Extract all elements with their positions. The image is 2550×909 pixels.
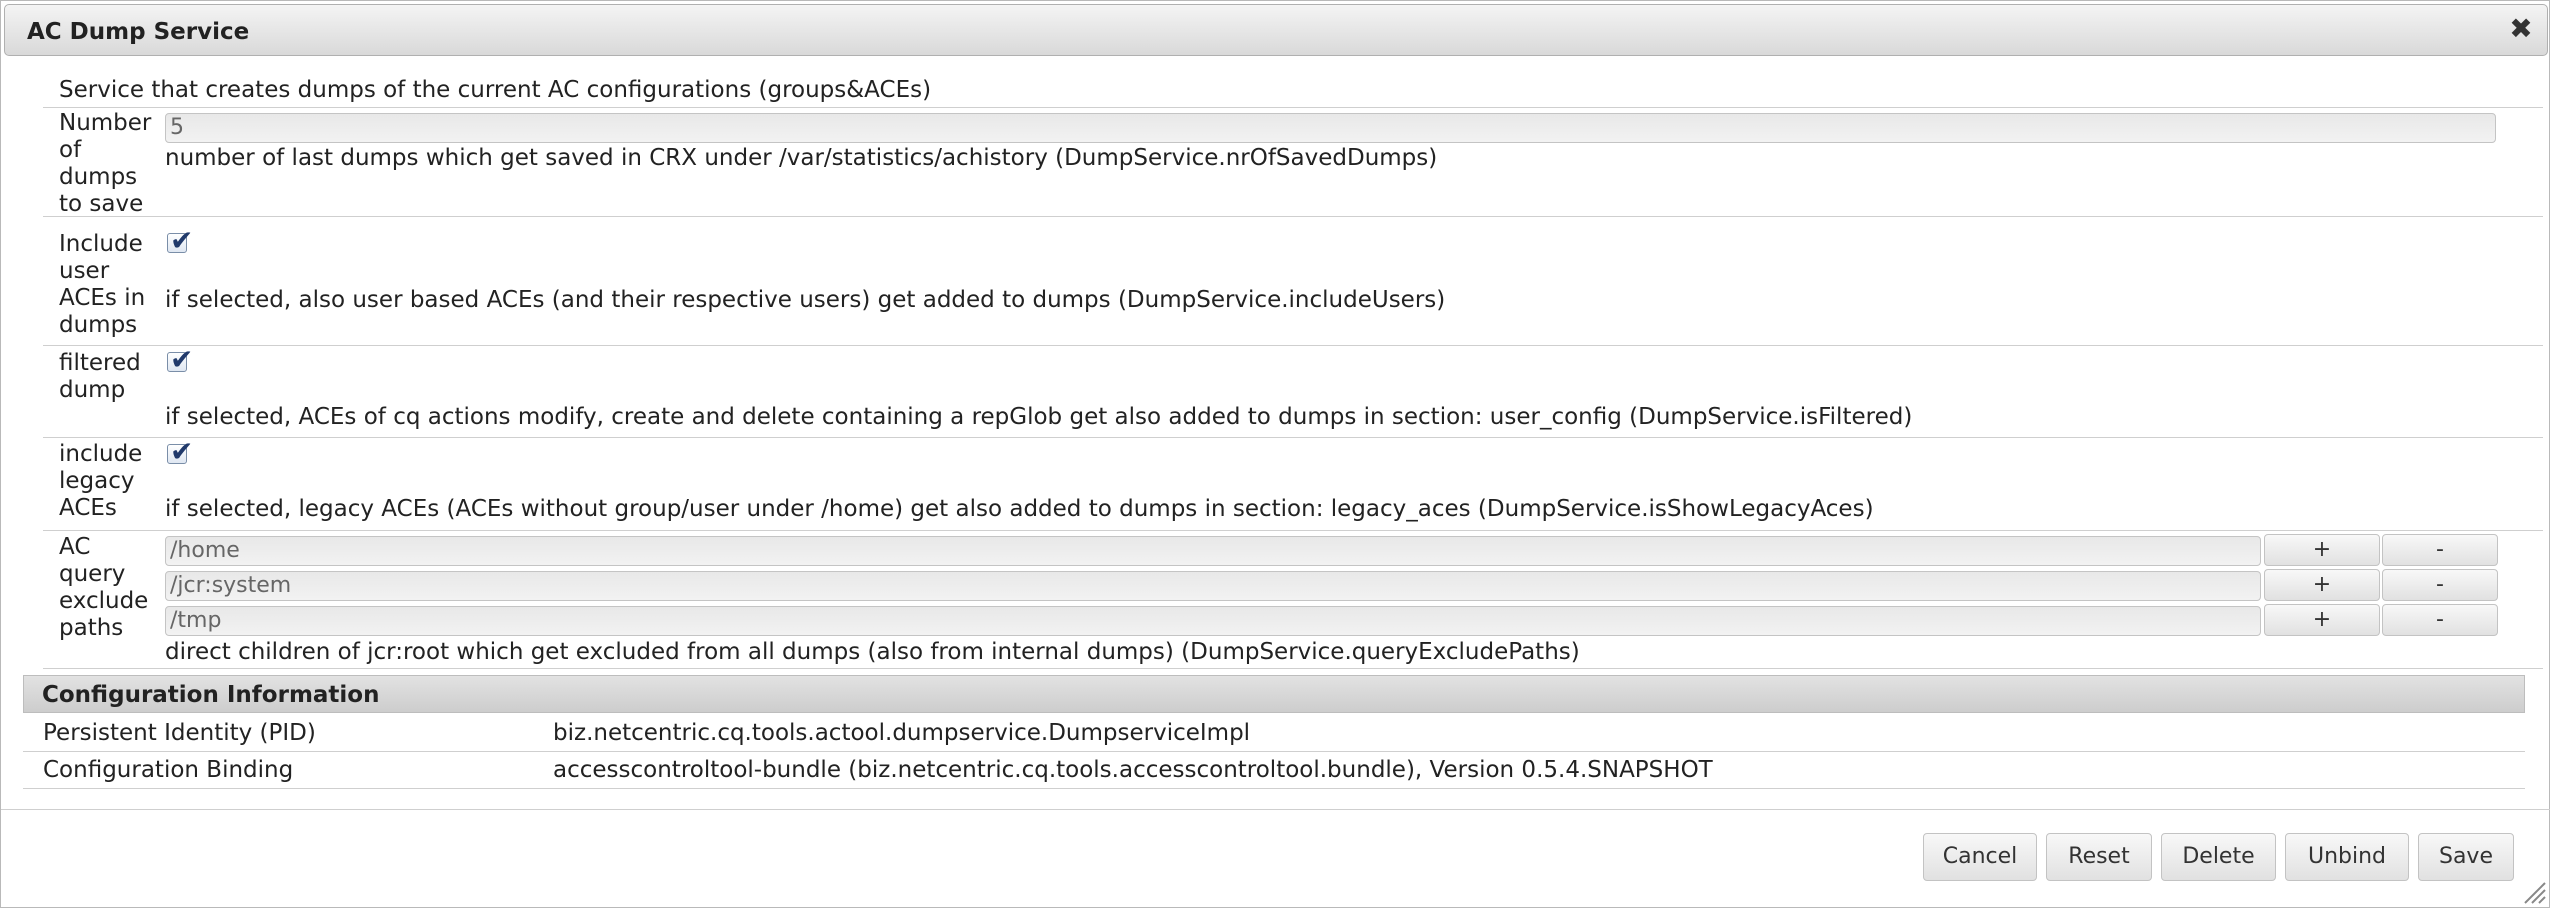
filtered-dump-checkbox[interactable]: ✔ [167,343,193,376]
label-line: dumps [59,164,138,190]
pid-row: Persistent Identity (PID) biz.netcentric… [23,715,2525,752]
property-nr-of-dumps: Number of dumps to save 5 number of last… [43,108,2543,217]
remove-path-button[interactable]: - [2382,604,2498,636]
label-line: dump [59,377,126,403]
save-button[interactable]: Save [2418,833,2514,881]
checkmark-icon: ✔ [170,343,194,376]
label-line: to save [59,191,144,217]
configuration-binding-label: Configuration Binding [43,757,294,783]
exclude-path-input[interactable]: /tmp [165,606,2261,636]
footer-divider [1,809,2550,810]
add-path-button[interactable]: + [2264,604,2380,636]
property-label-nr-of-dumps: Number of dumps to save [59,110,154,218]
include-users-checkbox[interactable]: ✔ [167,224,193,257]
legacy-aces-help: if selected, legacy ACEs (ACEs without g… [165,496,1874,522]
delete-button[interactable]: Delete [2161,833,2276,881]
pid-value: biz.netcentric.cq.tools.actool.dumpservi… [553,720,1251,746]
configuration-binding-row: Configuration Binding accesscontroltool-… [23,752,2525,789]
include-users-help: if selected, also user based ACEs (and t… [165,287,1446,313]
exclude-path-input[interactable]: /home [165,536,2261,566]
label-line: query [59,561,126,587]
add-path-button[interactable]: + [2264,534,2380,566]
property-exclude-paths: AC query exclude paths /home + - /jcr:sy… [43,531,2543,669]
label-line: filtered [59,350,141,376]
property-legacy-aces: include legacy ACEs ✔ if selected, legac… [43,435,2543,531]
exclude-path-input[interactable]: /jcr:system [165,571,2261,601]
property-label-filtered-dump: filtered dump [59,350,154,404]
label-line: dumps [59,312,138,338]
filtered-dump-help: if selected, ACEs of cq actions modify, … [165,404,1913,430]
label-line: ACEs in [59,285,146,311]
unbind-button[interactable]: Unbind [2285,833,2409,881]
property-include-users: Include user ACEs in dumps ✔ if selected… [43,217,2543,346]
service-description-row: Service that creates dumps of the curren… [43,73,2543,108]
checkmark-icon: ✔ [170,224,194,257]
exclude-paths-help: direct children of jcr:root which get ex… [165,639,1580,665]
reset-button[interactable]: Reset [2046,833,2152,881]
label-line: exclude [59,588,149,614]
configuration-information-header: Configuration Information [23,675,2525,713]
remove-path-button[interactable]: - [2382,569,2498,601]
dialog-content: Service that creates dumps of the curren… [1,1,2550,909]
pid-label: Persistent Identity (PID) [43,720,316,746]
label-line: Number [59,110,152,136]
label-line: paths [59,615,124,641]
remove-path-button[interactable]: - [2382,534,2498,566]
checkmark-icon: ✔ [170,435,194,468]
property-filtered-dump: filtered dump ✔ if selected, ACEs of cq … [43,343,2543,438]
configuration-information-title: Configuration Information [42,682,380,708]
label-line: user [59,258,110,284]
property-label-exclude-paths: AC query exclude paths [59,534,154,642]
property-label-include-users: Include user ACEs in dumps [59,231,154,339]
legacy-aces-checkbox[interactable]: ✔ [167,435,193,468]
configuration-binding-value: accesscontroltool-bundle (biz.netcentric… [553,757,1713,783]
cancel-button[interactable]: Cancel [1923,833,2037,881]
service-description: Service that creates dumps of the curren… [59,77,932,103]
label-line: ACEs [59,495,117,521]
label-line: AC [59,534,91,560]
nr-of-dumps-input[interactable]: 5 [165,113,2496,143]
label-line: of [59,137,82,163]
label-line: include [59,441,143,467]
label-line: Include [59,231,143,257]
resize-grip-icon[interactable] [2521,879,2547,905]
property-label-legacy-aces: include legacy ACEs [59,441,154,522]
label-line: legacy [59,468,135,494]
ac-dump-service-dialog: AC Dump Service ✖ Service that creates d… [0,0,2550,908]
add-path-button[interactable]: + [2264,569,2380,601]
nr-of-dumps-help: number of last dumps which get saved in … [165,145,1438,171]
